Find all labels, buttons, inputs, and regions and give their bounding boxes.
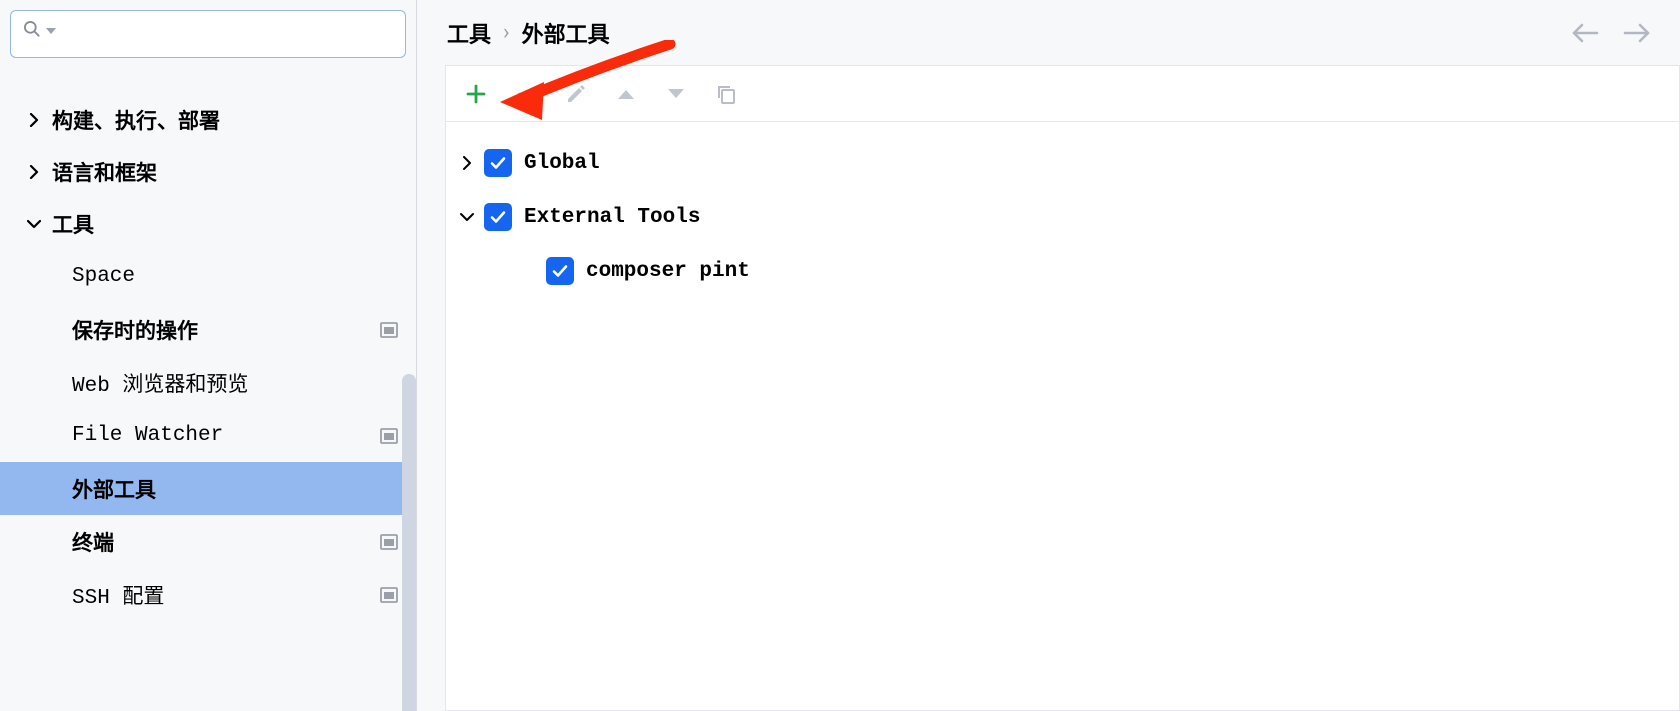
tree-group-row[interactable]: Global xyxy=(446,136,1679,190)
chevron-down-icon[interactable] xyxy=(450,211,484,223)
popup-icon xyxy=(380,587,398,603)
back-arrow-icon[interactable] xyxy=(1570,22,1600,44)
nav-label: 工具 xyxy=(52,209,94,239)
sidebar-item-label: Space xyxy=(72,265,398,288)
remove-button[interactable] xyxy=(510,78,542,110)
tree-group-label: Global xyxy=(524,152,600,175)
settings-sidebar: 构建、执行、部署 语言和框架 工具 Space 保存时的操作 Web 浏览器和预览 F… xyxy=(0,0,417,711)
tree-item-label: composer pint xyxy=(586,260,750,283)
add-button[interactable] xyxy=(460,78,492,110)
nav-label: 构建、执行、部署 xyxy=(52,105,220,135)
search-wrap xyxy=(0,0,416,58)
breadcrumb-separator: › xyxy=(503,20,510,45)
sidebar-item-label: 终端 xyxy=(72,527,380,557)
external-tools-panel: Global External Tools composer pint xyxy=(445,65,1680,711)
checkbox[interactable] xyxy=(484,203,512,231)
sidebar-item-label: Web 浏览器和预览 xyxy=(72,368,398,398)
checkbox[interactable] xyxy=(484,149,512,177)
breadcrumb-nav xyxy=(1570,22,1652,44)
nav-item-tools[interactable]: 工具 xyxy=(0,198,416,250)
sidebar-item-label: SSH 配置 xyxy=(72,580,380,610)
breadcrumb-part: 工具 xyxy=(447,17,491,49)
nav-item-build[interactable]: 构建、执行、部署 xyxy=(0,94,416,146)
chevron-right-icon[interactable] xyxy=(450,156,484,170)
sidebar-item-label: 保存时的操作 xyxy=(72,315,380,345)
nav-item-languages[interactable]: 语言和框架 xyxy=(0,146,416,198)
sidebar-item-label: 外部工具 xyxy=(72,474,398,504)
sidebar-item[interactable]: 外部工具 xyxy=(0,462,416,515)
tools-tree: Global External Tools composer pint xyxy=(446,122,1679,298)
popup-icon xyxy=(380,534,398,550)
checkbox[interactable] xyxy=(546,257,574,285)
breadcrumb: 工具 › 外部工具 xyxy=(417,0,1680,65)
forward-arrow-icon[interactable] xyxy=(1622,22,1652,44)
chevron-down-icon xyxy=(22,217,46,231)
sidebar-item[interactable]: 保存时的操作 xyxy=(0,303,416,356)
sidebar-item[interactable]: Web 浏览器和预览 xyxy=(0,356,416,409)
chevron-right-icon xyxy=(22,113,46,127)
settings-nav: 构建、执行、部署 语言和框架 工具 Space 保存时的操作 Web 浏览器和预览 F… xyxy=(0,94,416,711)
sidebar-item[interactable]: 终端 xyxy=(0,515,416,568)
edit-button[interactable] xyxy=(560,78,592,110)
chevron-right-icon xyxy=(22,165,46,179)
sidebar-scrollbar-thumb[interactable] xyxy=(402,374,416,711)
copy-button[interactable] xyxy=(710,78,742,110)
sidebar-item-label: File Watcher xyxy=(72,424,380,447)
panel-toolbar xyxy=(446,66,1679,122)
breadcrumb-part: 外部工具 xyxy=(522,17,610,49)
sidebar-item[interactable]: Space xyxy=(0,250,416,303)
sidebar-item[interactable]: File Watcher xyxy=(0,409,416,462)
search-input[interactable] xyxy=(10,10,406,58)
popup-icon xyxy=(380,322,398,338)
main-panel: 工具 › 外部工具 xyxy=(417,0,1680,711)
move-up-button[interactable] xyxy=(610,78,642,110)
sidebar-item[interactable]: SSH 配置 xyxy=(0,568,416,621)
tree-group-label: External Tools xyxy=(524,206,700,229)
tree-group-row[interactable]: External Tools xyxy=(446,190,1679,244)
tree-item-row[interactable]: composer pint xyxy=(446,244,1679,298)
popup-icon xyxy=(380,428,398,444)
nav-label: 语言和框架 xyxy=(52,157,157,187)
move-down-button[interactable] xyxy=(660,78,692,110)
